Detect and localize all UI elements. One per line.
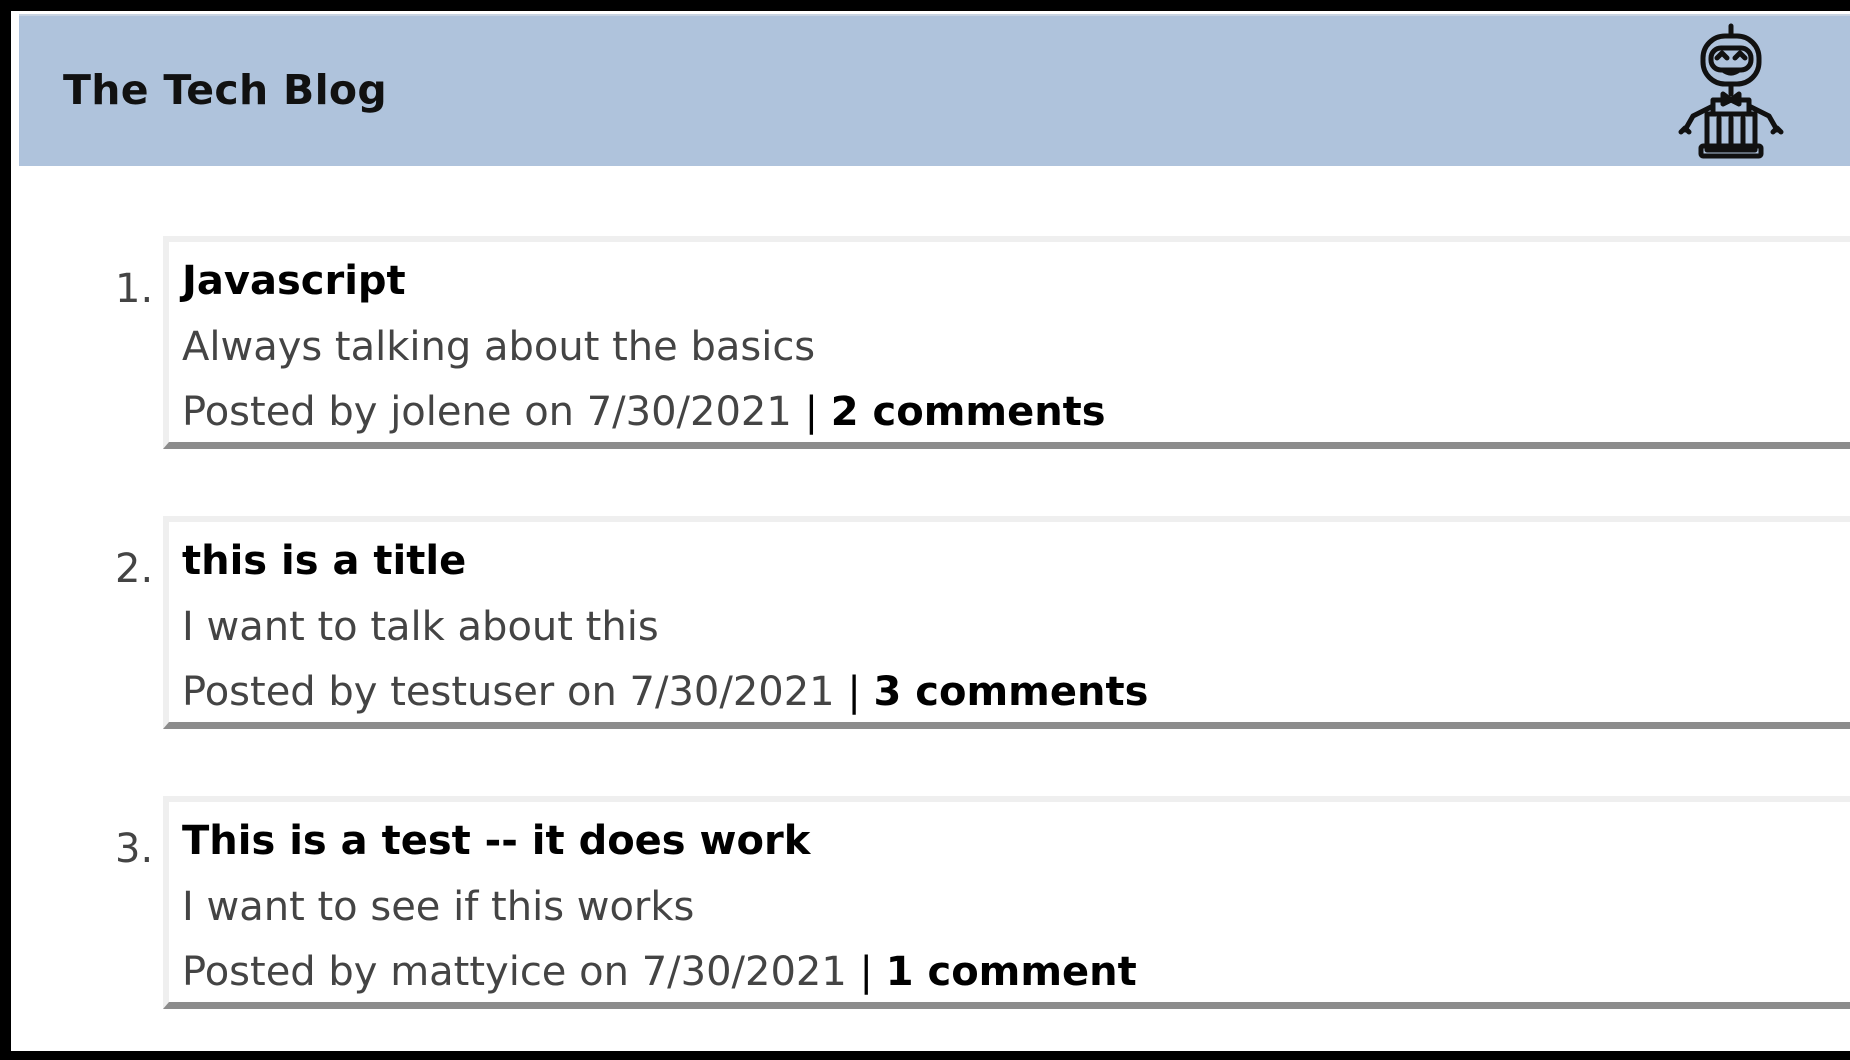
post-on-label: on — [524, 389, 575, 435]
post-date: 7/30/2021 — [641, 949, 847, 995]
comments-link[interactable]: 2 comments — [831, 389, 1106, 435]
screenshot-frame: The Tech Blog 1. Javascript Always talki… — [0, 0, 1850, 1060]
post-item: 1. Javascript Always talking about the b… — [11, 236, 1850, 452]
post-date: 7/30/2021 — [629, 669, 835, 715]
page: The Tech Blog 1. Javascript Always talki… — [11, 11, 1850, 1051]
post-summary: I want to talk about this — [182, 604, 659, 650]
post-item: 3. This is a test -- it does work I want… — [11, 796, 1850, 1012]
posted-by-label: Posted by — [182, 389, 378, 435]
post-item: 2. this is a title I want to talk about … — [11, 516, 1850, 732]
post-meta: Posted by mattyice on 7/30/2021 | 1 comm… — [182, 949, 1137, 995]
post-list: 1. Javascript Always talking about the b… — [11, 11, 1850, 1051]
post-title-link[interactable]: This is a test -- it does work — [182, 818, 810, 864]
post-on-label: on — [579, 949, 629, 995]
post-meta: Posted by jolene on 7/30/2021 | 2 commen… — [182, 389, 1106, 435]
meta-separator: | — [804, 389, 819, 435]
posted-by-label: Posted by — [182, 949, 378, 995]
post-title-link[interactable]: this is a title — [182, 538, 466, 584]
comments-link[interactable]: 3 comments — [874, 669, 1149, 715]
post-author: testuser — [390, 669, 555, 715]
post-number: 2. — [115, 546, 154, 592]
post-card: this is a title I want to talk about thi… — [163, 516, 1850, 729]
post-card: This is a test -- it does work I want to… — [163, 796, 1850, 1009]
post-card: Javascript Always talking about the basi… — [163, 236, 1850, 449]
meta-separator: | — [847, 669, 861, 715]
post-title-link[interactable]: Javascript — [182, 258, 406, 304]
posted-by-label: Posted by — [182, 669, 378, 715]
post-number: 1. — [115, 266, 154, 312]
post-meta: Posted by testuser on 7/30/2021 | 3 comm… — [182, 669, 1148, 715]
post-summary: Always talking about the basics — [182, 324, 816, 370]
comments-link[interactable]: 1 comment — [886, 949, 1137, 995]
post-on-label: on — [566, 669, 617, 715]
post-number: 3. — [115, 826, 154, 872]
post-summary: I want to see if this works — [182, 884, 695, 930]
post-date: 7/30/2021 — [586, 389, 792, 435]
meta-separator: | — [859, 949, 873, 995]
post-author: mattyice — [390, 949, 567, 995]
post-author: jolene — [390, 389, 512, 435]
